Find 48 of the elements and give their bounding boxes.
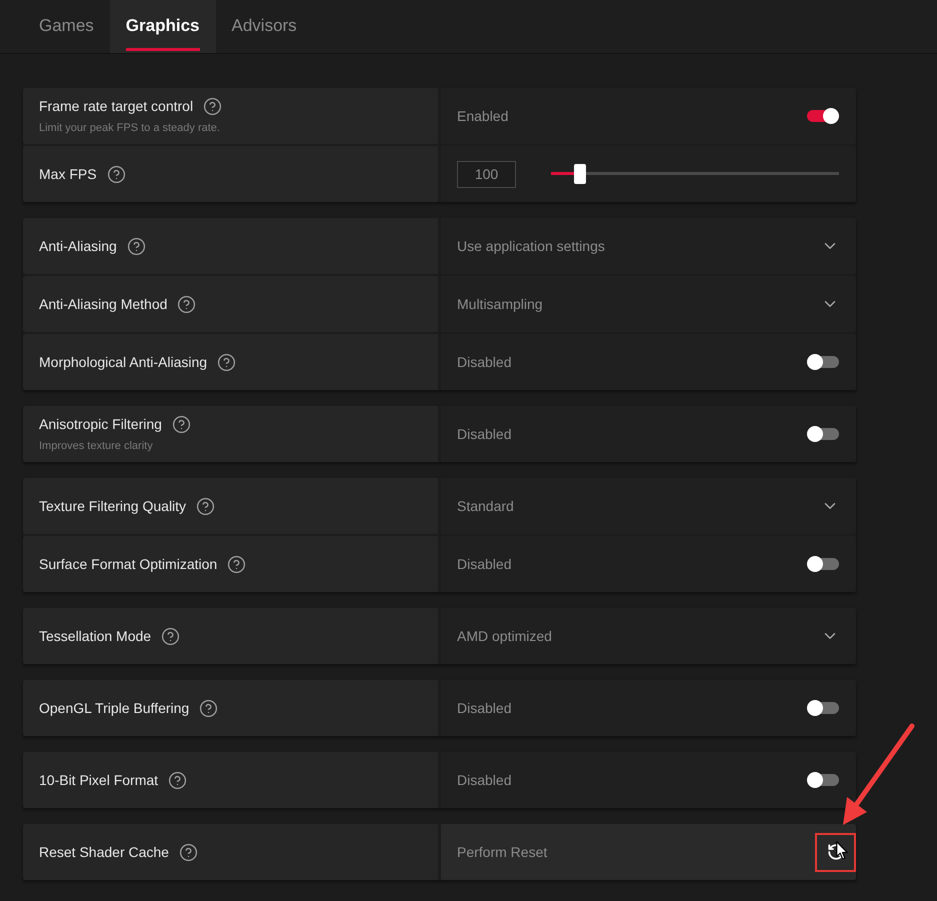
slider-thumb[interactable] xyxy=(574,164,586,184)
toggle-switch[interactable] xyxy=(807,426,839,442)
help-icon[interactable] xyxy=(199,698,218,718)
help-icon[interactable] xyxy=(126,236,146,256)
setting-label: Morphological Anti-Aliasing xyxy=(39,352,208,372)
toggle-switch[interactable] xyxy=(807,700,839,716)
help-icon[interactable] xyxy=(106,164,126,184)
dropdown-value[interactable]: Standard xyxy=(457,496,514,516)
setting-label: Max FPS xyxy=(39,164,97,184)
setting-description: Limit your peak FPS to a steady rate. xyxy=(39,120,221,136)
tab[interactable]: Graphics xyxy=(110,0,216,53)
toggle-switch[interactable] xyxy=(807,556,839,572)
setting-label: Anisotropic Filtering xyxy=(39,414,162,434)
setting-value: Disabled xyxy=(457,770,512,790)
setting-label: 10-Bit Pixel Format xyxy=(39,770,158,790)
tab[interactable]: Games xyxy=(23,0,110,53)
setting-label: Reset Shader Cache xyxy=(39,842,169,862)
number-input[interactable]: 100 xyxy=(457,160,516,188)
setting-value: Disabled xyxy=(457,698,512,718)
setting-value: Disabled xyxy=(457,554,512,574)
help-icon[interactable] xyxy=(177,294,196,314)
toggle-switch[interactable] xyxy=(807,354,839,370)
setting-value: Perform Reset xyxy=(457,842,548,862)
help-icon[interactable] xyxy=(203,96,222,116)
help-icon[interactable] xyxy=(168,770,188,790)
setting-label: Anti-Aliasing xyxy=(39,236,117,256)
help-icon[interactable] xyxy=(161,626,180,646)
setting-label: OpenGL Triple Buffering xyxy=(39,698,190,718)
setting-label: Texture Filtering Quality xyxy=(39,496,186,516)
setting-value: Disabled xyxy=(457,352,512,372)
setting-label: Anti-Aliasing Method xyxy=(39,294,168,314)
setting-value: Enabled xyxy=(457,106,508,126)
dropdown-value[interactable]: Multisampling xyxy=(457,294,543,314)
toggle-switch[interactable] xyxy=(807,108,839,124)
help-icon[interactable] xyxy=(227,554,246,574)
dropdown-value[interactable]: AMD optimized xyxy=(457,626,552,646)
setting-description: Improves texture clarity xyxy=(39,438,154,454)
setting-value: Disabled xyxy=(457,424,512,444)
setting-label: Tessellation Mode xyxy=(39,626,152,646)
dropdown-value[interactable]: Use application settings xyxy=(457,236,605,256)
help-icon[interactable] xyxy=(172,414,191,434)
toggle-switch[interactable] xyxy=(807,772,839,788)
setting-label: Surface Format Optimization xyxy=(39,554,218,574)
tab[interactable]: Advisors xyxy=(216,0,313,53)
setting-label: Frame rate target control xyxy=(39,96,194,116)
help-icon[interactable] xyxy=(196,496,216,516)
help-icon[interactable] xyxy=(178,842,198,862)
help-icon[interactable] xyxy=(217,352,236,372)
